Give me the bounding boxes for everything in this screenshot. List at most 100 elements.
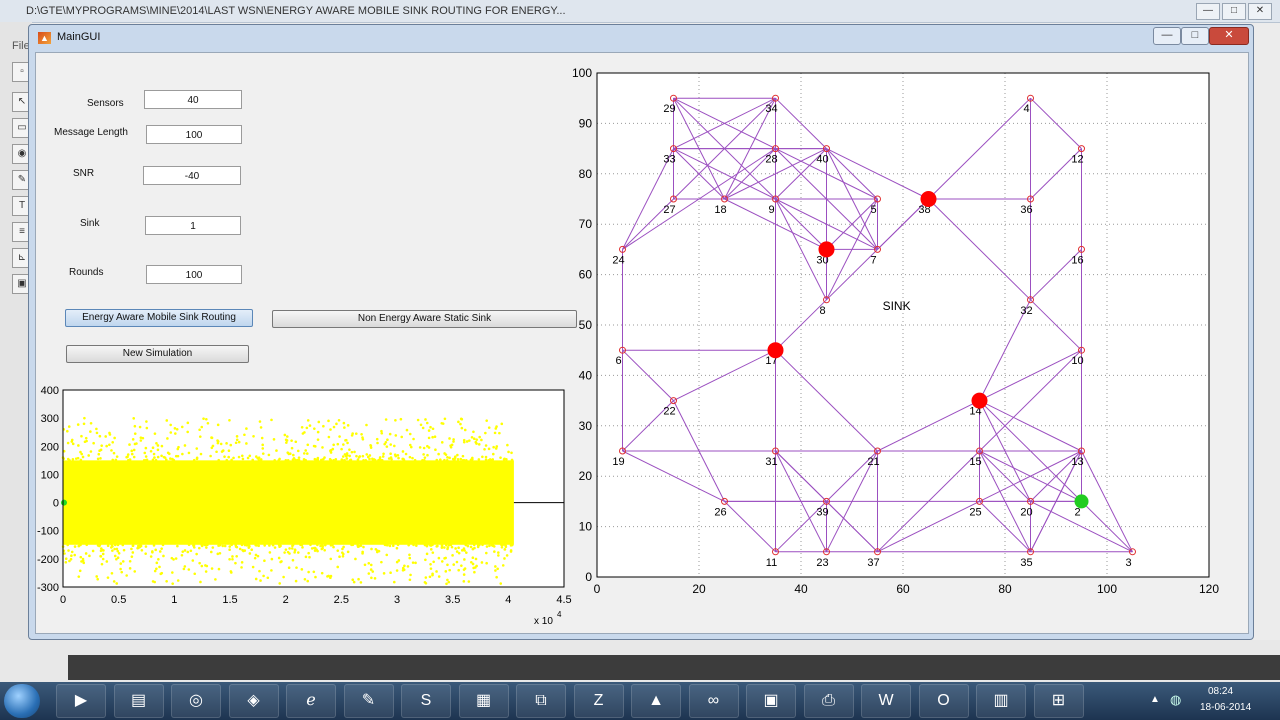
opera-taskbar-icon[interactable]: O	[918, 684, 969, 718]
network-icon[interactable]: ◍	[1170, 692, 1181, 708]
sensor-node-label: 18	[714, 204, 726, 216]
signal-point	[245, 544, 249, 547]
signal-point	[171, 571, 174, 574]
signal-point	[346, 441, 349, 445]
signal-point	[329, 574, 333, 578]
sensor-node-label: 35	[1020, 557, 1032, 569]
media-taskbar-icon[interactable]: ▶	[56, 684, 106, 718]
sensor-node-label: 6	[615, 355, 621, 367]
signal-point	[160, 571, 164, 575]
signal-point	[487, 447, 491, 451]
signal-point	[290, 439, 293, 442]
signal-point	[229, 571, 233, 574]
signal-point	[492, 545, 496, 548]
signal-point	[252, 435, 255, 438]
signal-point	[177, 445, 180, 449]
signal-point	[202, 417, 205, 420]
signal-point	[510, 458, 514, 462]
signal-point	[210, 436, 214, 440]
signal-point	[509, 550, 513, 553]
signal-point	[389, 443, 392, 446]
sensor-node-label: 39	[816, 506, 828, 518]
winrar-taskbar-icon[interactable]: ▥	[976, 684, 1026, 718]
signal-point	[463, 549, 466, 552]
signal-point	[231, 557, 234, 561]
pdf-taskbar-icon[interactable]: ⎙	[803, 684, 854, 718]
signal-point	[382, 572, 386, 575]
signal-point	[261, 452, 265, 455]
signal-point	[169, 431, 173, 434]
office-taskbar-icon[interactable]: ⊞	[1033, 684, 1084, 718]
signal-point	[369, 444, 373, 448]
signal-point	[205, 417, 208, 421]
network-y-tick-label: 100	[572, 66, 592, 80]
signal-point	[165, 419, 169, 422]
signal-point	[475, 438, 479, 441]
signal-point	[484, 458, 488, 462]
signal-point	[304, 458, 307, 462]
signal-point	[459, 422, 462, 426]
signal-point	[438, 458, 442, 461]
signal-point	[167, 452, 171, 456]
signal-point	[272, 438, 276, 441]
signal-point	[306, 419, 310, 422]
signal-point	[288, 547, 291, 550]
signal-point	[389, 571, 392, 575]
signal-point	[215, 450, 218, 454]
signal-point	[76, 423, 80, 426]
ie-taskbar-icon[interactable]: ℯ	[286, 684, 336, 718]
signal-point	[174, 432, 177, 435]
signal-point	[277, 556, 281, 560]
signal-point	[444, 570, 448, 573]
sensor-node-label: 19	[612, 456, 624, 468]
signal-point	[231, 555, 234, 558]
arduino-taskbar-icon[interactable]: ∞	[688, 684, 739, 718]
signal-point	[413, 458, 417, 462]
signal-point	[71, 442, 75, 446]
signal-point	[77, 575, 81, 578]
signal-point	[189, 549, 193, 553]
remote-taskbar-icon[interactable]: ▣	[746, 684, 796, 718]
tray-arrow-icon[interactable]: ▲	[1150, 694, 1160, 705]
chrome-taskbar-icon[interactable]: ◎	[171, 684, 221, 718]
signal-point	[169, 423, 172, 427]
signal-x-tick-label: 2.5	[334, 594, 349, 606]
signal-point	[352, 580, 356, 584]
signal-point	[234, 561, 237, 565]
signal-point	[414, 561, 417, 565]
skype-taskbar-icon[interactable]: S	[401, 684, 451, 718]
signal-point	[230, 458, 233, 462]
sensor-node-label: 26	[714, 506, 726, 518]
terminal-taskbar-icon[interactable]: ▦	[458, 684, 509, 718]
signal-point	[180, 553, 184, 557]
signal-point	[463, 558, 466, 561]
signal-point	[484, 455, 488, 459]
signal-x-tick-label: 0.5	[111, 594, 126, 606]
signal-point	[450, 545, 454, 549]
matlab-taskbar-icon[interactable]: ▲	[631, 684, 681, 718]
signal-point	[395, 569, 399, 572]
signal-point	[425, 552, 429, 556]
word-taskbar-icon[interactable]: W	[861, 684, 911, 718]
signal-point	[130, 452, 134, 456]
signal-point	[76, 456, 80, 460]
signal-point	[457, 420, 460, 424]
signal-point	[353, 450, 356, 454]
signal-point	[343, 453, 347, 456]
signal-point	[452, 440, 455, 443]
app4-taskbar-icon[interactable]: ◈	[228, 684, 279, 718]
signal-point	[490, 543, 494, 547]
network-taskbar-icon[interactable]: ⧉	[516, 684, 566, 718]
cluster-head-marker	[971, 392, 988, 409]
network-y-tick-label: 30	[579, 419, 593, 433]
signal-point	[78, 569, 82, 573]
filezilla-taskbar-icon[interactable]: Z	[573, 684, 624, 718]
paint-taskbar-icon[interactable]: ✎	[343, 684, 394, 718]
start-button[interactable]	[4, 684, 40, 718]
explorer-taskbar-icon[interactable]: ▤	[113, 684, 164, 718]
signal-point	[66, 543, 70, 547]
signal-point	[292, 457, 296, 460]
signal-point	[403, 564, 406, 568]
signal-point	[500, 422, 504, 426]
clock-time: 08:24	[1208, 686, 1234, 697]
